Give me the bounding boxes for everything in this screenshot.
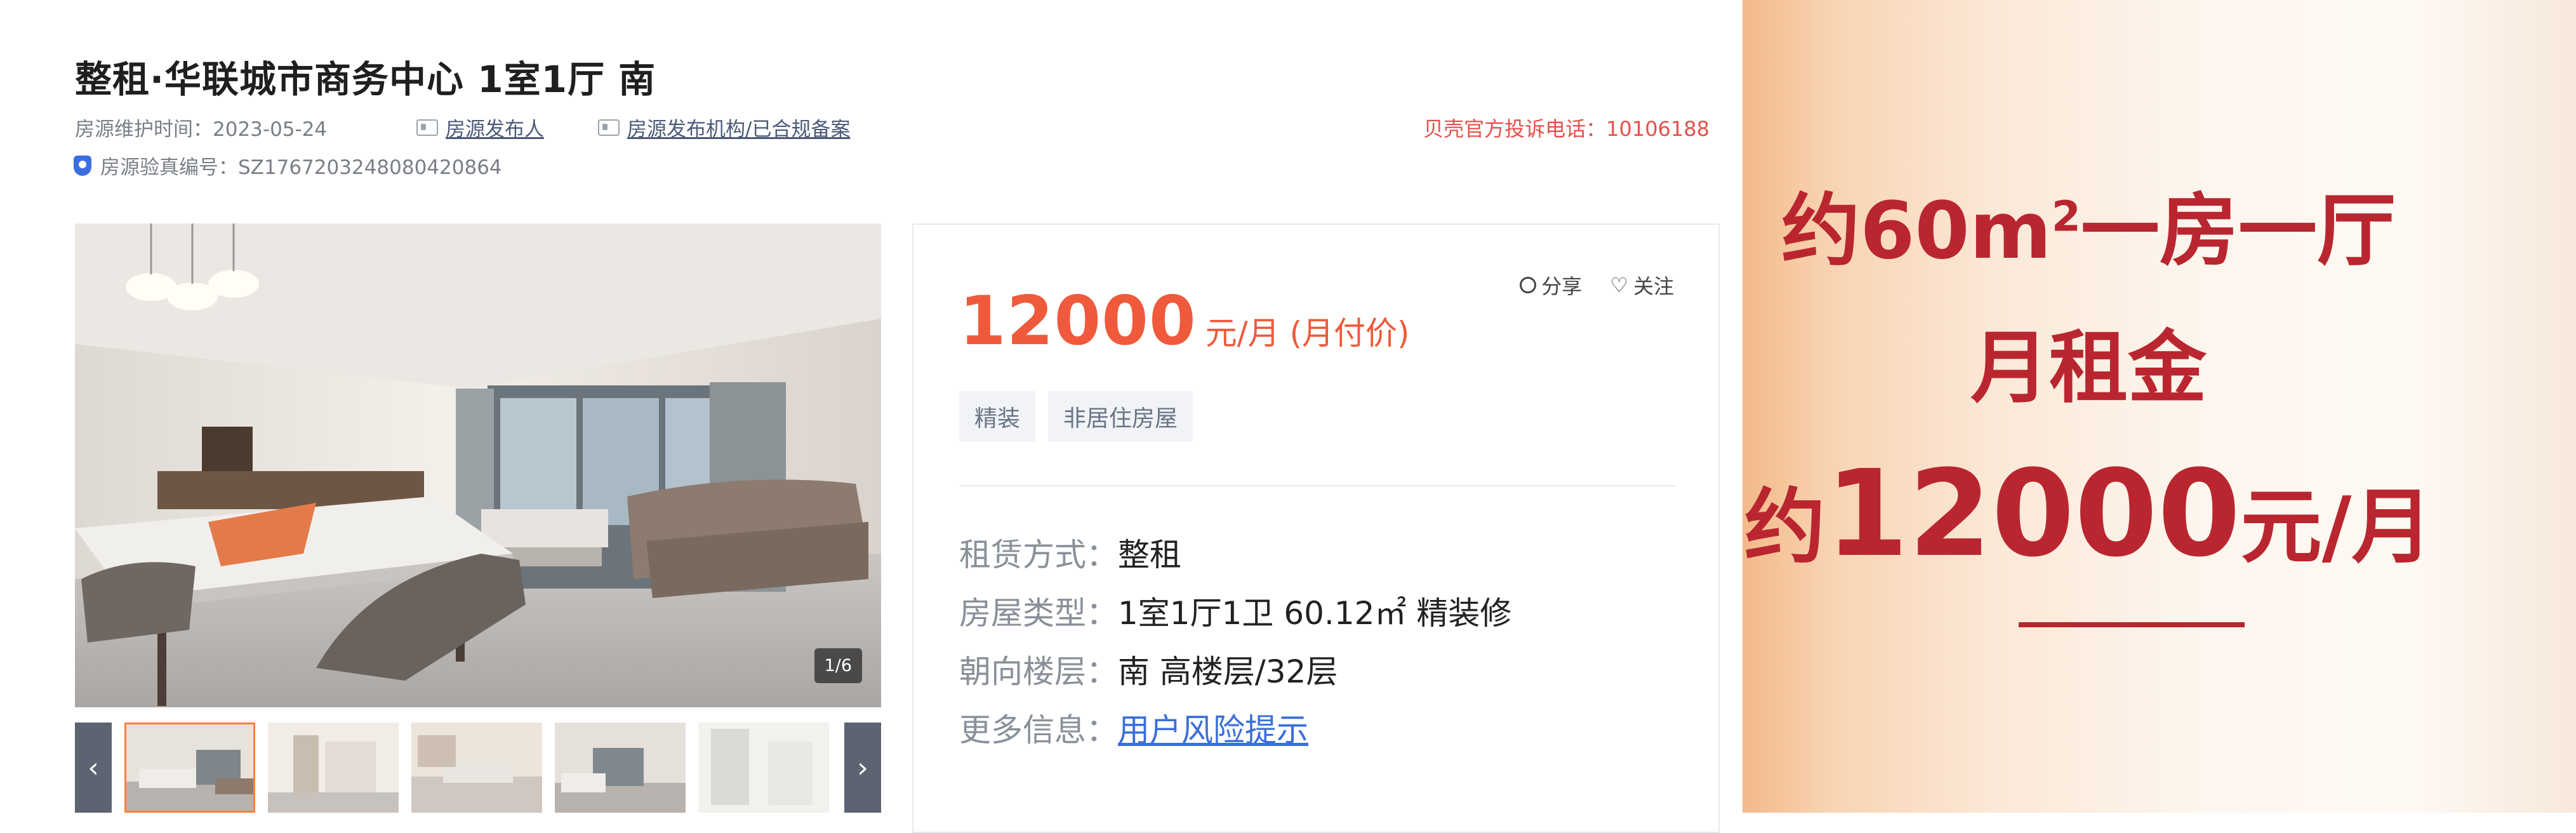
price-block: 12000 元/月 (月付价): [959, 282, 1410, 360]
info-value: 整租: [1118, 536, 1181, 573]
info-label: 租赁方式：: [959, 536, 1118, 573]
follow-label: 关注: [1633, 274, 1674, 298]
thumbnail-5[interactable]: [698, 723, 829, 813]
info-row-type: 房屋类型： 1室1厅1卫 60.12㎡ 精装修: [959, 588, 1511, 634]
share-label: 分享: [1541, 274, 1583, 298]
info-row-floor: 朝向楼层： 南 高楼层/32层: [959, 646, 1338, 692]
info-value: 1室1厅1卫 60.12㎡ 精装修: [1118, 595, 1512, 632]
follow-button[interactable]: ♡ 关注: [1610, 270, 1674, 300]
info-row-more: 更多信息： 用户风险提示: [959, 705, 1308, 750]
price-info-card: 12000 元/月 (月付价) 分享 ♡ 关注 精装 非居住房屋 租赁方式： 整…: [912, 223, 1720, 833]
verify-row: 房源验真编号：SZ1767203248080420864: [74, 151, 502, 180]
license-icon: [598, 119, 620, 136]
chevron-left-icon[interactable]: ‹: [75, 723, 112, 813]
maintain-time: 房源维护时间：2023-05-24: [75, 118, 328, 141]
share-icon: [1520, 277, 1537, 293]
publisher-link[interactable]: 房源发布人: [446, 113, 544, 142]
promo-size-line: 约60m2一房一厅: [1743, 166, 2434, 281]
verify-code: 房源验真编号：SZ1767203248080420864: [100, 156, 502, 179]
promo-panel: 约60m2一房一厅 月租金 约12000元/月: [1743, 0, 2576, 813]
tag-property-type: 非居住房屋: [1048, 391, 1193, 442]
share-button[interactable]: 分享: [1520, 270, 1582, 300]
promo-underline: [2019, 622, 2245, 627]
info-label: 朝向楼层：: [959, 653, 1118, 690]
info-label: 更多信息：: [959, 712, 1118, 749]
listing-panel: 整租·华联城市商务中心 1室1厅 南 房源维护时间：2023-05-24 房源发…: [0, 0, 1743, 833]
promo-rent-line: 约12000元/月: [1743, 444, 2434, 583]
id-card-icon: [416, 119, 438, 136]
price-unit: 元/月 (月付价): [1205, 315, 1410, 352]
info-row-lease: 租赁方式： 整租: [959, 530, 1181, 575]
listing-title: 整租·华联城市商务中心 1室1厅 南: [75, 58, 656, 101]
price-amount: 12000: [959, 282, 1197, 360]
thumbnail-3[interactable]: [411, 723, 542, 813]
tag-decoration: 精装: [959, 391, 1036, 442]
promo-rent-label: 月租金: [1970, 323, 2207, 414]
room-photo-image: [75, 223, 881, 707]
main-photo[interactable]: 1/6: [75, 223, 881, 707]
thumbnail-strip: ‹ ›: [75, 723, 881, 813]
thumbnail-4[interactable]: [555, 723, 686, 813]
promo-rent-unit: 元/月: [2240, 480, 2433, 575]
complaint-phone: 贝壳官方投诉电话：10106188: [1423, 117, 1710, 141]
thumbnail-2[interactable]: [268, 723, 399, 813]
promo-rent-prefix: 约: [1744, 480, 1826, 575]
agency-link[interactable]: 房源发布机构/已合规备案: [627, 113, 850, 142]
agency-link-row[interactable]: 房源发布机构/已合规备案: [598, 113, 850, 142]
shield-icon: [74, 155, 91, 176]
divider: [959, 485, 1675, 486]
photo-counter: 1/6: [814, 648, 862, 683]
promo-area: 约60m: [1781, 185, 2052, 277]
promo-layout: 一房一厅: [2080, 185, 2396, 277]
info-label: 房屋类型：: [959, 595, 1118, 632]
heart-icon: ♡: [1610, 273, 1628, 297]
tag-list: 精装 非居住房屋: [959, 391, 1193, 442]
promo-rent-amount: 12000: [1825, 444, 2241, 583]
info-value: 南 高楼层/32层: [1118, 653, 1338, 690]
publisher-link-row[interactable]: 房源发布人: [416, 113, 544, 142]
chevron-right-icon[interactable]: ›: [844, 723, 881, 813]
thumbnail-1[interactable]: [124, 723, 255, 813]
risk-notice-link[interactable]: 用户风险提示: [1118, 705, 1308, 750]
promo-area-sup: 2: [2051, 192, 2081, 241]
action-bar: 分享 ♡ 关注: [1520, 270, 1674, 300]
